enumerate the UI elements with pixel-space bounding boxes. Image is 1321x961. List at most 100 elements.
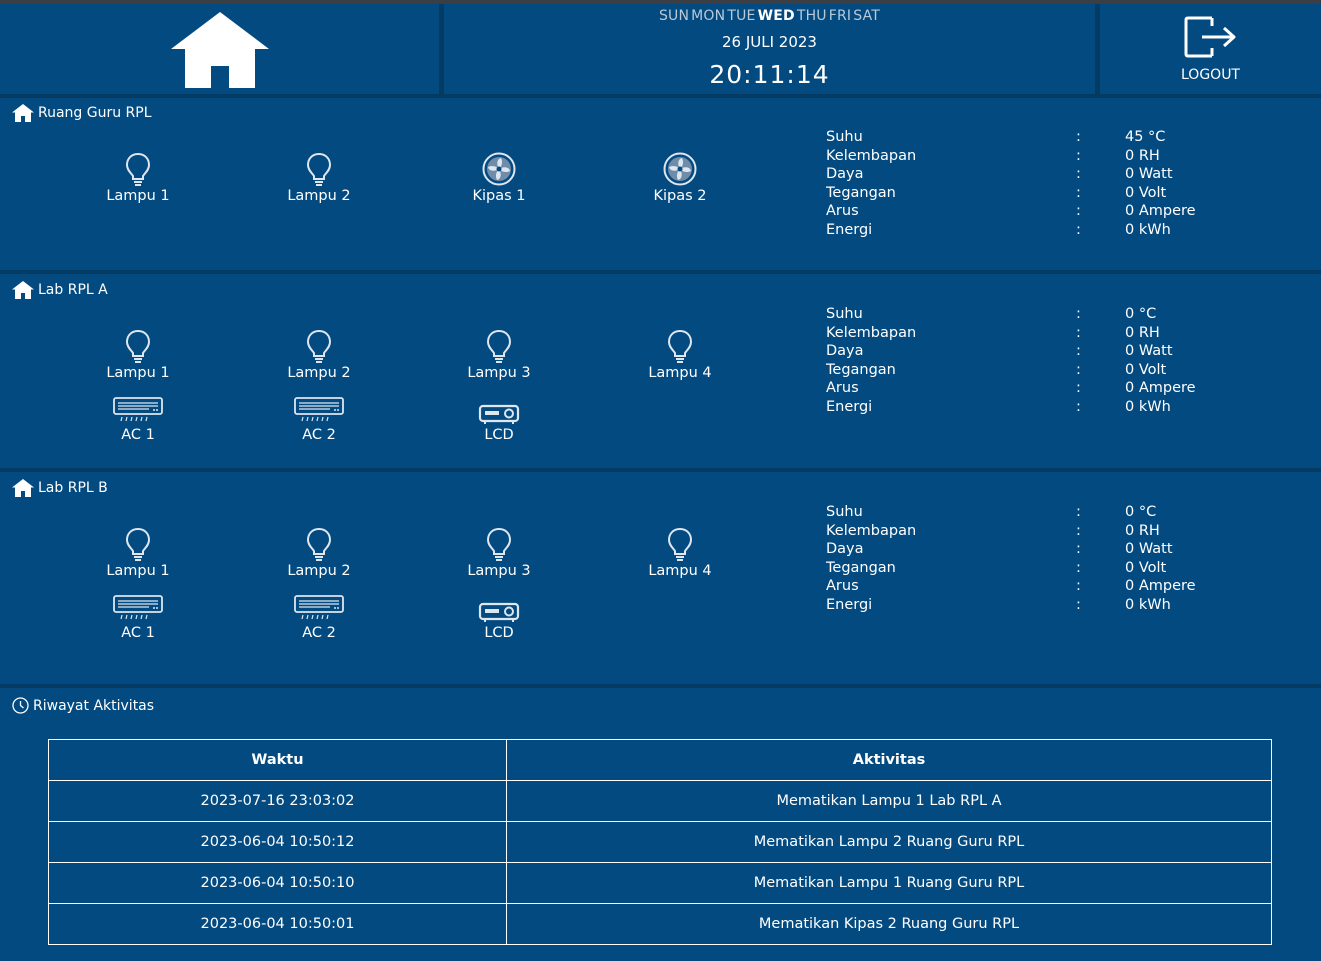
stat-label: Daya (826, 541, 864, 557)
section-divider (0, 94, 1321, 98)
stat-value: 0 Watt (1125, 166, 1173, 182)
device-toggle-lampu-3[interactable]: Lampu 3 (439, 527, 559, 579)
ac-icon[interactable] (78, 391, 198, 425)
table-row: 2023-06-04 10:50:12 Mematikan Lampu 2 Rua… (48, 821, 1272, 863)
device-toggle-lcd[interactable]: LCD (439, 391, 559, 443)
device-toggle-lampu-3[interactable]: Lampu 3 (439, 329, 559, 381)
stat-value: 0 °C (1125, 504, 1157, 520)
stat-value: 0 RH (1125, 147, 1160, 164)
device-toggle-lampu-2[interactable]: Lampu 2 (259, 329, 379, 381)
weekday-wed: WED (757, 8, 795, 24)
bulb-icon[interactable] (259, 152, 379, 186)
device-label: Kipas 2 (653, 188, 707, 204)
device-toggle-ac-2[interactable]: AC 2 (259, 391, 379, 443)
stat-label: Tegangan (826, 184, 896, 201)
device-toggle-lampu-1[interactable]: Lampu 1 (78, 329, 198, 381)
stat-separator: : (1076, 306, 1081, 322)
stat-value: 0 °C (1125, 306, 1157, 322)
home-icon[interactable] (171, 12, 269, 92)
stat-value: 0 Volt (1125, 559, 1167, 576)
section-divider (0, 468, 1321, 472)
device-toggle-lampu-1[interactable]: Lampu 1 (78, 152, 198, 204)
device-label: Lampu 4 (648, 365, 712, 381)
stat-value: 0 Volt (1125, 184, 1167, 201)
device-toggle-lampu-2[interactable]: Lampu 2 (259, 527, 379, 579)
stat-label: Daya (826, 166, 864, 182)
stat-separator: : (1076, 380, 1081, 396)
bulb-icon[interactable] (259, 527, 379, 561)
bulb-icon[interactable] (620, 527, 740, 561)
cell-waktu: 2023-06-04 10:50:01 (48, 903, 507, 945)
device-label: Lampu 1 (106, 188, 170, 204)
device-label: Lampu 3 (467, 563, 531, 579)
device-toggle-kipas-2[interactable]: Kipas 2 (620, 152, 740, 204)
column-header-aktivitas: Aktivitas (506, 739, 1272, 781)
ac-icon[interactable] (259, 589, 379, 623)
sensor-stats: Suhu: 0 °C Kelembapan: 0 RH Daya: 0 Watt Tegan… (826, 306, 1246, 417)
stat-label: Suhu (826, 129, 863, 145)
cell-aktivitas: Mematikan Lampu 1 Lab RPL A (506, 780, 1272, 822)
ac-icon[interactable] (259, 391, 379, 425)
device-label: Lampu 4 (648, 563, 712, 579)
device-toggle-ac-1[interactable]: AC 1 (78, 589, 198, 641)
logout-button[interactable]: LOGOUT (1100, 4, 1321, 94)
bulb-icon[interactable] (439, 329, 559, 363)
logout-label[interactable]: LOGOUT (1100, 67, 1321, 83)
bulb-icon[interactable] (78, 152, 198, 186)
bulb-icon[interactable] (620, 329, 740, 363)
device-toggle-lampu-4[interactable]: Lampu 4 (620, 527, 740, 579)
stat-label: Kelembapan (826, 147, 917, 164)
ac-icon[interactable] (78, 589, 198, 623)
device-toggle-ac-1[interactable]: AC 1 (78, 391, 198, 443)
stat-row-energi: Energi: 0 kWh (826, 597, 1246, 616)
logout-icon[interactable] (1184, 16, 1238, 62)
device-label: AC 1 (121, 625, 155, 641)
device-toggle-lampu-4[interactable]: Lampu 4 (620, 329, 740, 381)
stat-value: 0 Ampere (1125, 203, 1196, 219)
cell-aktivitas: Mematikan Kipas 2 Ruang Guru RPL (506, 903, 1272, 945)
device-label: LCD (484, 625, 514, 641)
bulb-icon[interactable] (439, 527, 559, 561)
home-icon (12, 104, 38, 122)
table-row: 2023-07-16 23:03:02 Mematikan Lampu 1 Lab… (48, 780, 1272, 822)
device-label: Lampu 1 (106, 563, 170, 579)
stat-separator: : (1076, 129, 1081, 145)
cell-aktivitas: Mematikan Lampu 1 Ruang Guru RPL (506, 862, 1272, 904)
stat-label: Arus (826, 578, 859, 594)
stat-separator: : (1076, 504, 1081, 520)
room-title: Lab RPL A (12, 281, 108, 299)
device-toggle-kipas-1[interactable]: Kipas 1 (439, 152, 559, 204)
device-label: Kipas 1 (472, 188, 526, 204)
stat-row-energi: Energi: 0 kWh (826, 222, 1246, 241)
device-toggle-lampu-2[interactable]: Lampu 2 (259, 152, 379, 204)
stat-label: Energi (826, 398, 873, 415)
stat-value: 45 °C (1125, 129, 1166, 145)
stat-value: 0 Watt (1125, 343, 1173, 359)
stat-row-suhu: Suhu: 45 °C (826, 129, 1246, 148)
projector-icon[interactable] (439, 589, 559, 623)
weekday-fri: FRI (828, 8, 852, 24)
fan-icon[interactable] (439, 152, 559, 186)
stat-separator: : (1076, 361, 1081, 378)
device-toggle-ac-2[interactable]: AC 2 (259, 589, 379, 641)
device-label: Lampu 2 (287, 365, 351, 381)
sensor-stats: Suhu: 0 °C Kelembapan: 0 RH Daya: 0 Watt Tegan… (826, 504, 1246, 615)
bulb-icon[interactable] (259, 329, 379, 363)
projector-icon[interactable] (439, 391, 559, 425)
stat-row-suhu: Suhu: 0 °C (826, 504, 1246, 523)
history-title: Riwayat Aktivitas (12, 697, 154, 714)
stat-separator: : (1076, 203, 1081, 219)
stat-row-daya: Daya: 0 Watt (826, 343, 1246, 362)
device-toggle-lampu-1[interactable]: Lampu 1 (78, 527, 198, 579)
stat-value: 0 Watt (1125, 541, 1173, 557)
cell-waktu: 2023-06-04 10:50:10 (48, 862, 507, 904)
stat-value: 0 Volt (1125, 361, 1167, 378)
bulb-icon[interactable] (78, 329, 198, 363)
device-toggle-lcd[interactable]: LCD (439, 589, 559, 641)
bulb-icon[interactable] (78, 527, 198, 561)
stat-row-energi: Energi: 0 kWh (826, 399, 1246, 418)
stat-separator: : (1076, 343, 1081, 359)
weekday-thu: THU (796, 8, 827, 24)
device-label: AC 1 (121, 427, 155, 443)
fan-icon[interactable] (620, 152, 740, 186)
